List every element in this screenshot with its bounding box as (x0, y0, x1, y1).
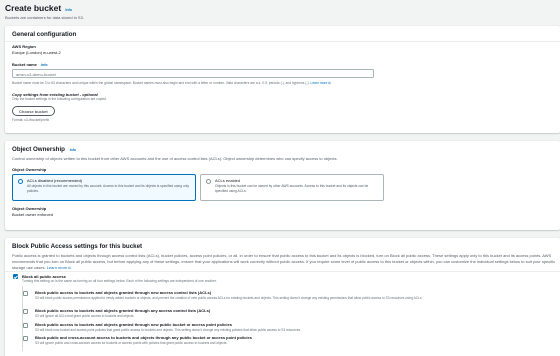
object-ownership-label: Object Ownership (12, 206, 47, 211)
block-new-acls-row: Block public access to buckets and objec… (35, 290, 555, 300)
bucket-name-label: Bucket name (12, 62, 37, 67)
block-new-acls-checkbox[interactable] (23, 291, 28, 296)
learn-more-link[interactable]: Learn more (310, 81, 327, 85)
block-any-policies-checkbox[interactable] (23, 336, 28, 341)
radio-selected-icon (18, 178, 23, 184)
acls-disabled-option[interactable]: ACLs disabled (recommended) All objects … (12, 174, 196, 201)
block-new-policies-title: Block public access to buckets and objec… (35, 322, 232, 327)
ownership-group-label: Object Ownership (12, 167, 47, 172)
page-subtitle: Buckets are containers for data stored i… (5, 15, 84, 21)
create-bucket-page: Create bucket Info Buckets are container… (0, 0, 560, 356)
block-new-policies-row: Block public access to buckets and objec… (35, 322, 555, 332)
block-public-access-panel: Block Public Access settings for this bu… (5, 238, 560, 356)
block-any-acls-desc: S3 will ignore all ACLs that grant publi… (35, 313, 135, 318)
object-ownership-title: Object Ownership (12, 146, 65, 153)
block-any-policies-title: Block public and cross-account access to… (35, 335, 252, 340)
page-title: Create bucket (5, 3, 62, 13)
block-new-acls-desc: S3 will block public access permissions … (35, 295, 423, 300)
panel-divider (5, 41, 560, 42)
region-label: AWS Region (12, 44, 36, 49)
region-value: Europe (London) eu-west-2 (12, 50, 61, 56)
acls-disabled-desc: All objects in this bucket are owned by … (27, 184, 189, 193)
block-new-policies-desc: S3 will block new bucket and access poin… (35, 327, 301, 332)
block-any-acls-checkbox[interactable] (23, 309, 28, 314)
block-any-policies-desc: S3 will ignore public and cross-account … (35, 340, 228, 345)
acls-disabled-title: ACLs disabled (recommended) (27, 178, 83, 183)
page-info-link[interactable]: Info (65, 8, 72, 12)
block-any-acls-row: Block public access to buckets and objec… (35, 308, 555, 318)
copy-settings-hint: Only the bucket settings in the followin… (12, 97, 107, 102)
block-any-acls-title: Block public access to buckets and objec… (35, 308, 211, 313)
radio-unselected-icon (206, 178, 211, 184)
bucket-name-hint: Bucket name must be 3 to 63 characters a… (12, 81, 331, 85)
general-configuration-title: General configuration (12, 31, 77, 38)
page-header: Create bucket Info Buckets are container… (5, 3, 84, 21)
block-public-access-desc: Public access is granted to buckets and … (12, 253, 556, 270)
acls-enabled-desc: Objects in this bucket can be owned by o… (215, 184, 369, 193)
block-new-policies-checkbox[interactable] (23, 323, 28, 328)
format-hint: Format: s3://bucket/prefix (12, 118, 50, 122)
acls-enabled-title: ACLs enabled (215, 178, 241, 183)
choose-bucket-button[interactable]: Choose bucket (12, 106, 55, 117)
block-any-policies-row: Block public and cross-account access to… (35, 335, 555, 345)
external-link-icon: ⧉ (328, 81, 331, 85)
acls-enabled-option[interactable]: ACLs enabled Objects in this bucket can … (200, 174, 384, 201)
external-link-icon: ⧉ (68, 265, 71, 270)
block-all-desc: Turning this setting on is the same as t… (22, 278, 217, 283)
bpa-learn-more-link[interactable]: Learn more (47, 265, 67, 270)
object-ownership-info-link[interactable]: Info (70, 148, 76, 152)
panel-divider (5, 271, 560, 272)
bucket-name-input[interactable]: amzn-s3-demo-bucket (12, 69, 374, 78)
object-ownership-panel: Object Ownership Info Control ownership … (5, 141, 560, 230)
block-public-access-title: Block Public Access settings for this bu… (12, 243, 143, 250)
bucket-name-info-link[interactable]: Info (41, 63, 48, 67)
block-new-acls-title: Block public access to buckets and objec… (35, 290, 212, 295)
object-ownership-value: Bucket owner enforced (12, 211, 53, 217)
block-all-checkbox[interactable] (13, 274, 18, 279)
object-ownership-desc: Control ownership of objects written to … (12, 156, 338, 162)
general-configuration-panel: General configuration AWS Region Europe … (5, 26, 560, 133)
